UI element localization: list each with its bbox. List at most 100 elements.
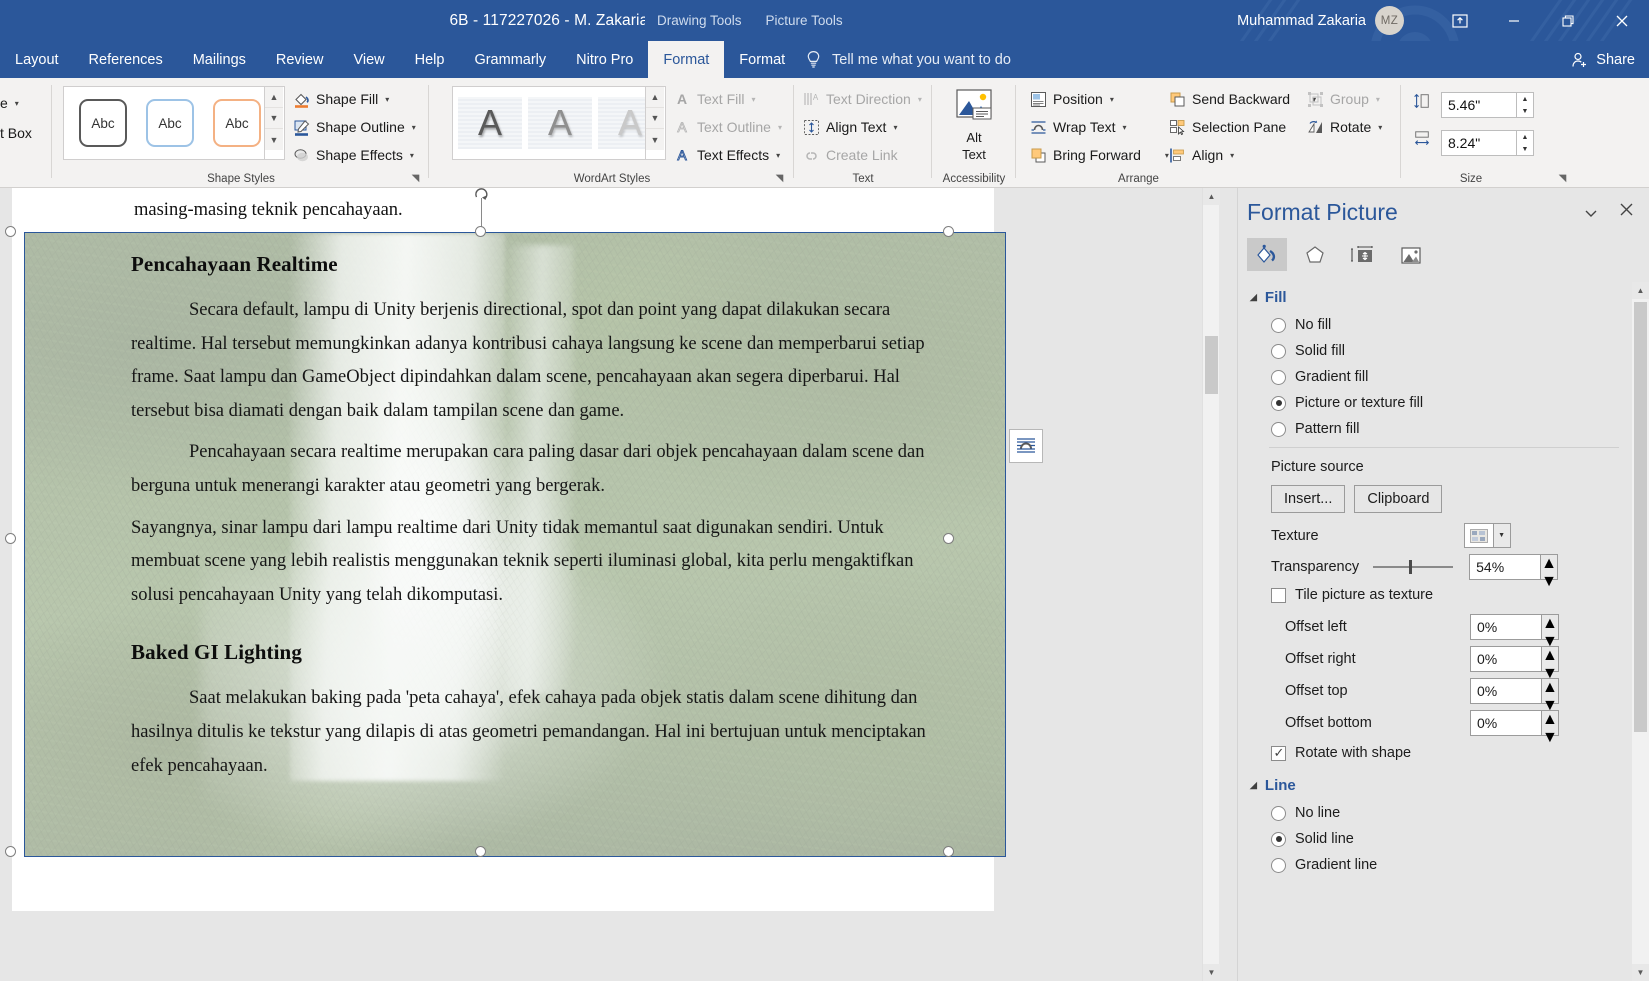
slider-knob[interactable] (1409, 560, 1413, 574)
text-box-truncated[interactable]: t Box (0, 120, 32, 146)
resize-handle-top-right[interactable] (943, 226, 954, 237)
height-decrease-button[interactable]: ▼ (1517, 105, 1533, 117)
wordart-scroll-up-button[interactable]: ▲ (646, 87, 664, 108)
offset-bottom-spinner[interactable]: ▲ ▼ (1542, 710, 1559, 746)
tab-references[interactable]: References (74, 41, 178, 78)
line-section-header[interactable]: ◢ Line (1250, 777, 1649, 794)
wordart-thumb-1[interactable]: A (458, 97, 522, 149)
offset-top-input[interactable]: 0% (1470, 678, 1542, 704)
radio-solid-line[interactable] (1271, 831, 1286, 847)
size-dialog-launcher[interactable]: ◥ (1556, 172, 1569, 185)
pane-scrollbar-thumb[interactable] (1634, 302, 1647, 732)
offset-top-spinner[interactable]: ▲ ▼ (1542, 678, 1559, 714)
shape-style-thumb-2[interactable]: Abc (146, 99, 194, 147)
fill-option-gradient-fill[interactable]: Gradient fill (1271, 369, 1649, 385)
pane-options-button[interactable] (1584, 209, 1598, 221)
tab-grammarly[interactable]: Grammarly (459, 41, 561, 78)
share-button[interactable]: Share (1571, 41, 1635, 78)
tab-layout[interactable]: Layout (0, 41, 74, 78)
shape-effects-button[interactable]: Shape Effects ▾ (292, 142, 414, 168)
gallery-scroll-down-button[interactable]: ▼ (265, 108, 283, 129)
pane-vertical-scrollbar[interactable]: ▲ ▼ (1632, 282, 1649, 981)
tab-format-drawing[interactable]: Format (648, 41, 725, 78)
avatar[interactable]: MZ (1375, 6, 1404, 35)
shape-styles-gallery[interactable]: Abc Abc Abc (63, 86, 285, 160)
tab-format-picture[interactable]: Format (724, 41, 800, 78)
layout-options-button[interactable] (1009, 429, 1043, 463)
alt-text-button[interactable]: Alt Text (941, 88, 1007, 162)
offset-right-input[interactable]: 0% (1470, 646, 1542, 672)
account-area[interactable]: Muhammad Zakaria MZ (1237, 0, 1404, 41)
radio-gradient-line[interactable] (1271, 857, 1286, 873)
text-effects-button[interactable]: A Text Effects ▾ (673, 142, 780, 168)
align-text-button[interactable]: Align Text ▾ (802, 114, 897, 140)
width-increase-button[interactable]: ▲ (1517, 131, 1533, 143)
pane-scroll-down-button[interactable]: ▼ (1632, 964, 1649, 981)
pane-tab-layout-properties[interactable] (1343, 238, 1383, 271)
create-link-button[interactable]: Create Link (802, 142, 898, 168)
offset-left-input[interactable]: 0% (1470, 614, 1542, 640)
resize-handle-bottom-left[interactable] (5, 846, 16, 857)
line-option-no-line[interactable]: No line (1271, 805, 1649, 821)
wordart-styles-gallery[interactable]: A A A (452, 86, 666, 160)
resize-handle-top-left[interactable] (5, 226, 16, 237)
send-backward-button[interactable]: Send Backward ▾ (1168, 86, 1316, 112)
pane-tab-effects[interactable] (1295, 238, 1335, 271)
resize-handle-middle-left[interactable] (5, 533, 16, 544)
radio-no-line[interactable] (1271, 805, 1286, 821)
pane-scroll-up-button[interactable]: ▲ (1632, 282, 1649, 299)
offset-bottom-decrease[interactable]: ▼ (1542, 729, 1558, 747)
shape-fill-button[interactable]: Shape Fill ▾ (292, 86, 389, 112)
text-outline-button[interactable]: A Text Outline ▾ (673, 114, 782, 140)
fill-option-solid-fill[interactable]: Solid fill (1271, 343, 1649, 359)
radio-pattern-fill[interactable] (1271, 421, 1286, 437)
rotate-with-shape-checkbox[interactable] (1271, 745, 1286, 761)
radio-solid-fill[interactable] (1271, 343, 1286, 359)
offset-right-spinner[interactable]: ▲ ▼ (1542, 646, 1559, 682)
rotate-with-shape-row[interactable]: Rotate with shape (1271, 745, 1649, 761)
pane-close-button[interactable] (1619, 202, 1634, 221)
transparency-decrease-button[interactable]: ▼ (1541, 573, 1557, 591)
fill-option-no-fill[interactable]: No fill (1271, 317, 1649, 333)
wordart-scroll-down-button[interactable]: ▼ (646, 108, 664, 129)
tell-me-search[interactable]: Tell me what you want to do (805, 41, 1011, 78)
pane-tab-picture[interactable] (1391, 238, 1431, 271)
clipboard-button[interactable]: Clipboard (1354, 485, 1443, 513)
tab-review[interactable]: Review (261, 41, 339, 78)
shape-width-input[interactable]: 8.24" (1441, 130, 1517, 156)
resize-handle-bottom-right[interactable] (943, 846, 954, 857)
offset-left-spinner[interactable]: ▲ ▼ (1542, 614, 1559, 650)
fill-option-pattern-fill[interactable]: Pattern fill (1271, 421, 1649, 437)
wrap-text-button[interactable]: Wrap Text ▾ (1029, 114, 1127, 140)
shape-line-truncated[interactable]: e ▾ (0, 90, 19, 116)
height-increase-button[interactable]: ▲ (1517, 93, 1533, 105)
ribbon-display-options-button[interactable] (1433, 0, 1487, 41)
fill-section-header[interactable]: ◢ Fill (1250, 289, 1649, 306)
insert-picture-button[interactable]: Insert... (1271, 485, 1346, 513)
restore-button[interactable] (1541, 0, 1595, 41)
tab-view[interactable]: View (338, 41, 399, 78)
shape-style-thumb-3[interactable]: Abc (213, 99, 261, 147)
resize-handle-top-center[interactable] (475, 226, 486, 237)
selection-pane-button[interactable]: Selection Pane (1168, 114, 1286, 140)
transparency-spinner[interactable]: ▲ ▼ (1541, 554, 1559, 590)
scroll-down-button[interactable]: ▼ (1203, 964, 1220, 981)
close-button[interactable] (1595, 0, 1649, 41)
shape-height-input[interactable]: 5.46" (1441, 92, 1517, 118)
scroll-up-button[interactable]: ▲ (1203, 188, 1220, 205)
pane-tab-fill-and-line[interactable] (1247, 238, 1287, 271)
wordart-scroll-buttons[interactable]: ▲ ▼ ▼ (645, 87, 664, 159)
gallery-more-button[interactable]: ▼ (265, 129, 283, 150)
radio-no-fill[interactable] (1271, 317, 1286, 333)
selected-picture-shape[interactable]: Pencahayaan Realtime Secara default, lam… (24, 232, 1006, 857)
tab-help[interactable]: Help (400, 41, 460, 78)
document-page[interactable]: masing-masing teknik pencahayaan. Pencah… (5, 188, 1006, 911)
wordart-thumb-2[interactable]: A (528, 97, 592, 149)
tile-picture-checkbox[interactable] (1271, 587, 1286, 603)
tab-nitro-pro[interactable]: Nitro Pro (561, 41, 648, 78)
scrollbar-thumb[interactable] (1205, 336, 1218, 394)
shape-height-spinner[interactable]: ▲ ▼ (1517, 92, 1534, 118)
text-direction-button[interactable]: A Text Direction ▾ (802, 86, 922, 112)
radio-gradient-fill[interactable] (1271, 369, 1286, 385)
shape-style-thumb-1[interactable]: Abc (79, 99, 127, 147)
